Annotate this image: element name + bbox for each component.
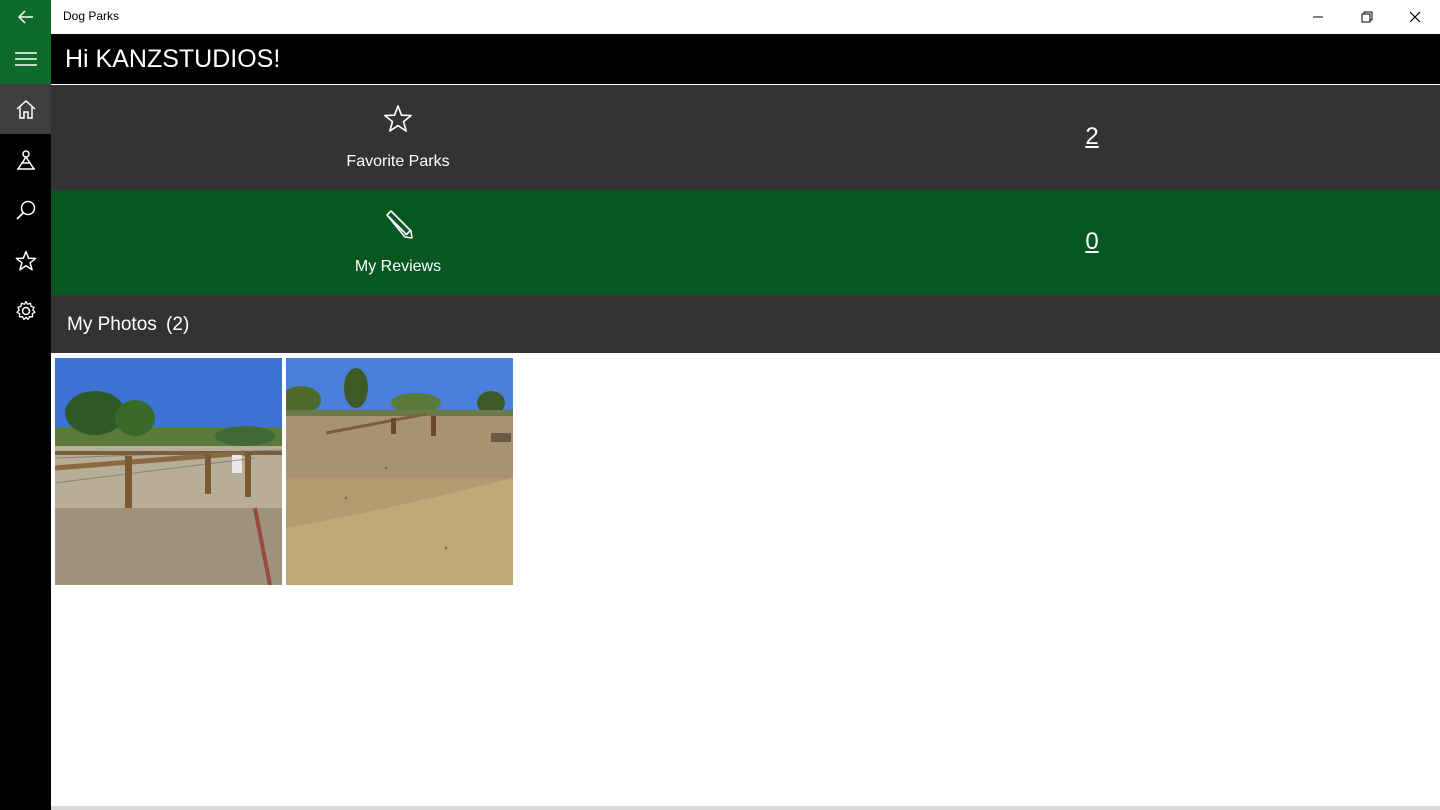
nav-item-search[interactable] bbox=[0, 185, 51, 235]
close-button[interactable] bbox=[1392, 0, 1438, 34]
minimize-button[interactable] bbox=[1295, 0, 1341, 34]
page-header: Hi KANZSTUDIOS! bbox=[51, 34, 1440, 84]
restore-button[interactable] bbox=[1344, 0, 1390, 34]
gear-icon bbox=[15, 300, 36, 321]
my-photos-label: My Photos bbox=[67, 314, 157, 335]
my-photos-count: (2) bbox=[166, 314, 190, 335]
nav-item-favorites[interactable] bbox=[0, 236, 51, 286]
home-icon bbox=[16, 99, 35, 119]
back-arrow-icon bbox=[17, 10, 33, 24]
hamburger-menu-button[interactable] bbox=[0, 34, 51, 84]
bottom-divider bbox=[51, 806, 1440, 810]
photo-thumbnail[interactable] bbox=[286, 358, 513, 585]
my-photos-title: My Photos (2) bbox=[67, 314, 189, 336]
my-reviews-count-link[interactable]: 0 bbox=[1051, 228, 1133, 256]
search-icon bbox=[15, 200, 35, 220]
close-icon bbox=[1409, 11, 1421, 23]
favorite-parks-count-link[interactable]: 2 bbox=[1051, 123, 1133, 151]
pencil-icon bbox=[386, 210, 413, 239]
title-bar: Dog Parks bbox=[0, 0, 1440, 34]
back-button[interactable] bbox=[0, 0, 51, 34]
star-icon bbox=[15, 250, 36, 271]
photo-thumbnail[interactable] bbox=[55, 358, 282, 585]
minimize-icon bbox=[1313, 16, 1323, 18]
hamburger-icon bbox=[14, 52, 37, 66]
dog-park-icon bbox=[16, 150, 35, 170]
favorite-parks-label: Favorite Parks bbox=[346, 153, 450, 170]
my-photos-header: My Photos (2) bbox=[51, 295, 1440, 353]
nav-rail bbox=[0, 34, 51, 810]
star-outline-icon bbox=[384, 105, 412, 132]
my-reviews-label: My Reviews bbox=[354, 258, 442, 275]
dog-park-wood-chips-photo bbox=[286, 358, 513, 585]
restore-icon bbox=[1361, 11, 1373, 23]
greeting-title: Hi KANZSTUDIOS! bbox=[65, 45, 281, 73]
app-title: Dog Parks bbox=[63, 9, 120, 23]
nav-item-settings[interactable] bbox=[0, 286, 51, 336]
nav-item-parks[interactable] bbox=[0, 135, 51, 185]
dog-park-fence-photo bbox=[55, 358, 282, 585]
favorite-parks-tile[interactable]: Favorite Parks 2 bbox=[51, 85, 1440, 190]
nav-item-home[interactable] bbox=[0, 84, 51, 134]
my-reviews-tile[interactable]: My Reviews 0 bbox=[51, 190, 1440, 295]
